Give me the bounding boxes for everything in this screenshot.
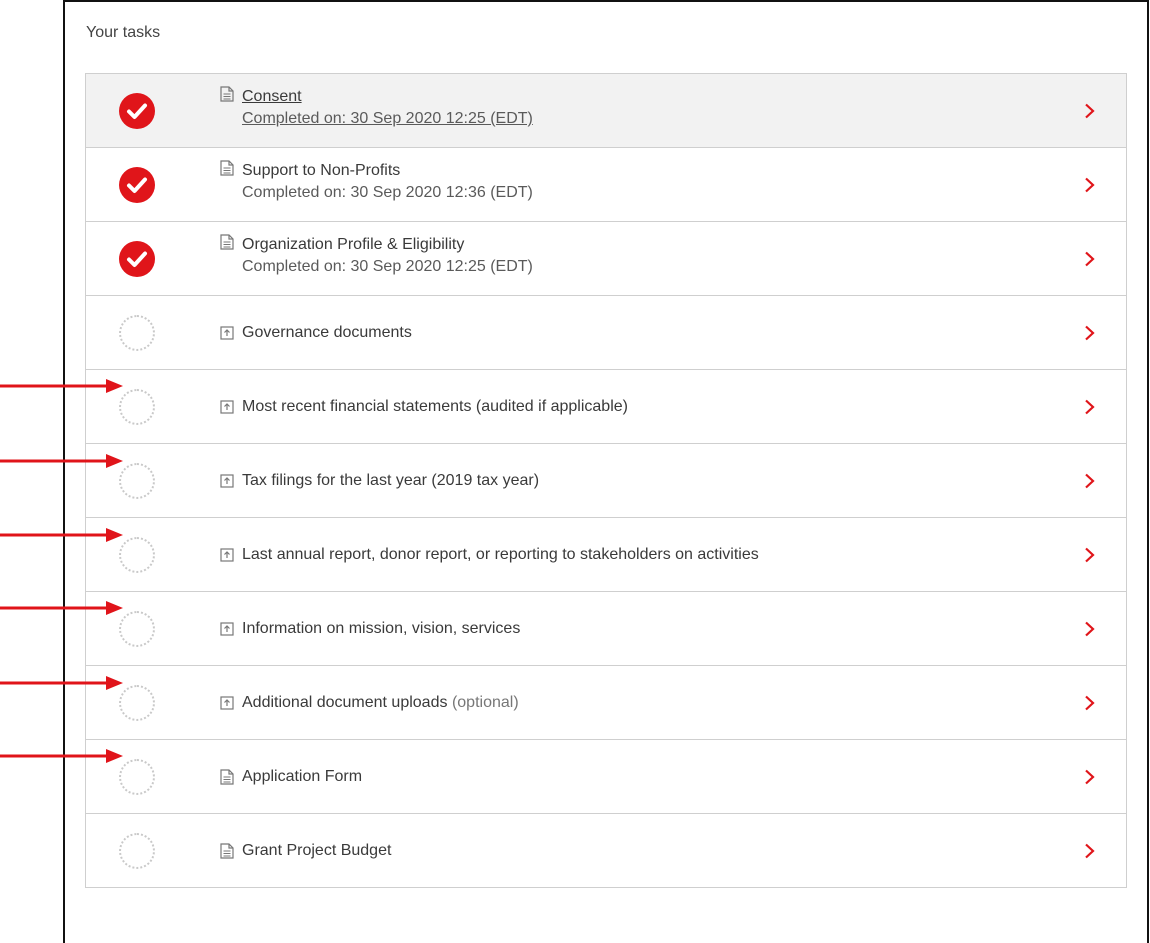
chevron-right-icon[interactable] — [1084, 695, 1096, 711]
task-title: Governance documents — [242, 324, 412, 341]
task-title: Application Form — [242, 768, 363, 785]
task-text: Information on mission, vision, services — [242, 619, 520, 639]
completed-check-icon — [119, 241, 155, 277]
task-list: Consent Completed on: 30 Sep 2020 12:25 … — [85, 73, 1127, 888]
annotation-arrow-icon — [0, 379, 123, 393]
upload-icon — [220, 473, 234, 489]
pending-status-icon — [119, 537, 155, 573]
tasks-panel: Your tasks Consent Completed on: 30 Sep … — [63, 0, 1149, 943]
task-row-grant-project-budget[interactable]: Grant Project Budget — [86, 814, 1126, 888]
document-icon — [220, 843, 234, 859]
pending-status-icon — [119, 685, 155, 721]
task-text: Most recent financial statements (audite… — [242, 397, 628, 417]
chevron-right-icon[interactable] — [1084, 621, 1096, 637]
pending-status-icon — [119, 389, 155, 425]
task-completed-date: Completed on: 30 Sep 2020 12:36 (EDT) — [242, 184, 533, 201]
task-text: Tax filings for the last year (2019 tax … — [242, 471, 539, 491]
chevron-right-icon[interactable] — [1084, 103, 1096, 119]
chevron-right-icon[interactable] — [1084, 547, 1096, 563]
upload-icon — [220, 547, 234, 563]
upload-icon — [220, 621, 234, 637]
panel-title: Your tasks — [86, 24, 161, 41]
task-row-governance-documents[interactable]: Governance documents — [86, 296, 1126, 370]
task-title: Tax filings for the last year (2019 tax … — [242, 472, 540, 489]
completed-check-icon — [119, 167, 155, 203]
task-title: Information on mission, vision, services — [242, 620, 521, 637]
task-row-financial-statements[interactable]: Most recent financial statements (audite… — [86, 370, 1126, 444]
document-icon — [220, 769, 234, 785]
pending-status-icon — [119, 315, 155, 351]
pending-status-icon — [119, 463, 155, 499]
task-title-text: Additional document uploads — [242, 694, 448, 711]
task-row-additional-uploads[interactable]: Additional document uploads (optional) — [86, 666, 1126, 740]
task-text: Consent Completed on: 30 Sep 2020 12:25 … — [242, 87, 533, 129]
task-title: Most recent financial statements (audite… — [242, 398, 628, 415]
chevron-right-icon[interactable] — [1084, 177, 1096, 193]
pending-status-icon — [119, 759, 155, 795]
annotation-arrow-icon — [0, 454, 123, 468]
task-completed-date: Completed on: 30 Sep 2020 12:25 (EDT) — [242, 258, 533, 275]
task-title: Additional document uploads (optional) — [242, 693, 519, 713]
chevron-right-icon[interactable] — [1084, 251, 1096, 267]
annotation-arrow-icon — [0, 676, 123, 690]
document-icon — [220, 86, 234, 102]
task-row-tax-filings[interactable]: Tax filings for the last year (2019 tax … — [86, 444, 1126, 518]
chevron-right-icon[interactable] — [1084, 769, 1096, 785]
task-text: Last annual report, donor report, or rep… — [242, 545, 759, 565]
task-row-mission-vision[interactable]: Information on mission, vision, services — [86, 592, 1126, 666]
task-title-link[interactable]: Consent — [242, 87, 533, 107]
annotation-arrow-icon — [0, 528, 123, 542]
document-icon — [220, 160, 234, 176]
chevron-right-icon[interactable] — [1084, 325, 1096, 341]
pending-status-icon — [119, 611, 155, 647]
completed-check-icon — [119, 93, 155, 129]
task-text: Application Form — [242, 767, 362, 787]
annotation-arrow-icon — [0, 601, 123, 615]
task-row-organization-profile[interactable]: Organization Profile & Eligibility Compl… — [86, 222, 1126, 296]
chevron-right-icon[interactable] — [1084, 843, 1096, 859]
task-row-consent[interactable]: Consent Completed on: 30 Sep 2020 12:25 … — [86, 74, 1126, 148]
upload-icon — [220, 399, 234, 415]
task-text: Governance documents — [242, 323, 412, 343]
pending-status-icon — [119, 833, 155, 869]
task-text: Grant Project Budget — [242, 841, 391, 861]
task-row-support-to-non-profits[interactable]: Support to Non-Profits Completed on: 30 … — [86, 148, 1126, 222]
chevron-right-icon[interactable] — [1084, 399, 1096, 415]
task-text: Support to Non-Profits Completed on: 30 … — [242, 161, 533, 203]
task-title: Grant Project Budget — [242, 842, 392, 859]
chevron-right-icon[interactable] — [1084, 473, 1096, 489]
task-row-annual-report[interactable]: Last annual report, donor report, or rep… — [86, 518, 1126, 592]
task-title: Organization Profile & Eligibility — [242, 236, 465, 253]
task-text: Additional document uploads (optional) — [242, 693, 519, 713]
task-title: Support to Non-Profits — [242, 162, 401, 179]
upload-icon — [220, 325, 234, 341]
document-icon — [220, 234, 234, 250]
annotation-arrow-icon — [0, 749, 123, 763]
task-row-application-form[interactable]: Application Form — [86, 740, 1126, 814]
optional-label: (optional) — [451, 694, 519, 711]
upload-icon — [220, 695, 234, 711]
task-text: Organization Profile & Eligibility Compl… — [242, 235, 533, 277]
task-completed-date[interactable]: Completed on: 30 Sep 2020 12:25 (EDT) — [242, 109, 533, 129]
task-title: Last annual report, donor report, or rep… — [242, 546, 759, 563]
